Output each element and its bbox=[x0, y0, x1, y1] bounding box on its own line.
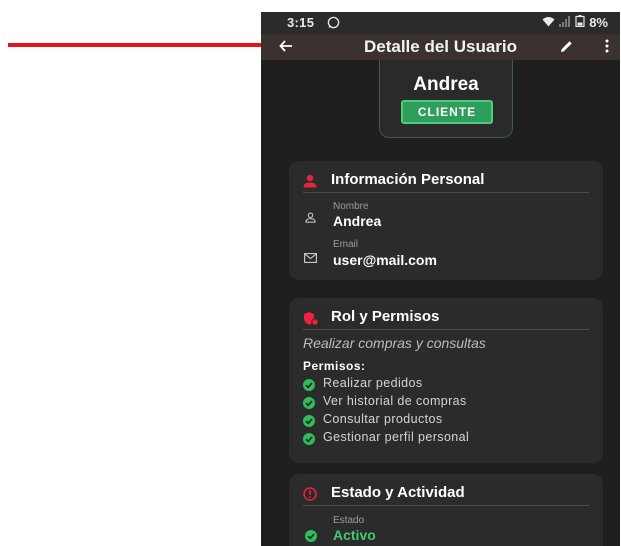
email-label: Email bbox=[333, 239, 359, 250]
status-value: Activo bbox=[333, 527, 376, 543]
card-title: Estado y Actividad bbox=[331, 484, 465, 501]
info-circle-icon bbox=[303, 487, 317, 506]
more-options-icon[interactable] bbox=[605, 39, 609, 58]
phone-screen: 3:15 8% Detalle del Usuario Andrea CLIEN… bbox=[261, 12, 620, 546]
email-icon bbox=[304, 250, 317, 268]
status-label: Estado bbox=[333, 515, 365, 526]
name-value: Andrea bbox=[333, 213, 382, 229]
divider bbox=[303, 329, 589, 330]
role-description: Realizar compras y consultas bbox=[303, 335, 486, 351]
permission-label: Realizar pedidos bbox=[323, 376, 423, 390]
whatsapp-icon bbox=[327, 16, 340, 32]
role-badge: CLIENTE bbox=[401, 100, 493, 124]
card-title: Rol y Permisos bbox=[331, 308, 440, 325]
check-circle-icon bbox=[303, 432, 315, 450]
person-icon bbox=[303, 174, 317, 193]
permission-label: Gestionar perfil personal bbox=[323, 430, 470, 444]
app-bar: Detalle del Usuario bbox=[261, 34, 620, 60]
name-label: Nombre bbox=[333, 201, 369, 212]
status-bar: 3:15 8% bbox=[261, 12, 620, 34]
battery-icon bbox=[575, 15, 585, 30]
user-header-card: Andrea CLIENTE bbox=[379, 60, 513, 138]
signal-icon bbox=[559, 15, 571, 30]
personal-info-card: Información Personal Nombre Andrea Email… bbox=[289, 161, 603, 280]
shield-user-icon bbox=[303, 311, 319, 331]
user-name-heading: Andrea bbox=[413, 74, 479, 95]
divider bbox=[303, 192, 589, 193]
check-circle-icon bbox=[303, 396, 315, 414]
edit-pencil-icon[interactable] bbox=[559, 39, 574, 59]
screenshot-canvas: 3:15 8% Detalle del Usuario Andrea CLIEN… bbox=[0, 0, 621, 546]
card-title: Información Personal bbox=[331, 171, 485, 188]
person-outline-icon bbox=[305, 210, 316, 228]
battery-percent: 8% bbox=[589, 15, 608, 30]
permissions-heading: Permisos: bbox=[303, 359, 366, 373]
status-card: Estado y Actividad Estado Activo bbox=[289, 474, 603, 546]
check-circle-icon bbox=[303, 414, 315, 432]
status-indicators: 8% bbox=[542, 15, 608, 30]
email-value: user@mail.com bbox=[333, 252, 437, 268]
check-circle-icon bbox=[305, 529, 317, 546]
permission-label: Ver historial de compras bbox=[323, 394, 467, 408]
status-time: 3:15 bbox=[287, 15, 315, 30]
wifi-icon bbox=[542, 15, 555, 30]
check-circle-icon bbox=[303, 378, 315, 396]
divider bbox=[303, 505, 589, 506]
permission-label: Consultar productos bbox=[323, 412, 443, 426]
roles-card: Rol y Permisos Realizar compras y consul… bbox=[289, 298, 603, 463]
